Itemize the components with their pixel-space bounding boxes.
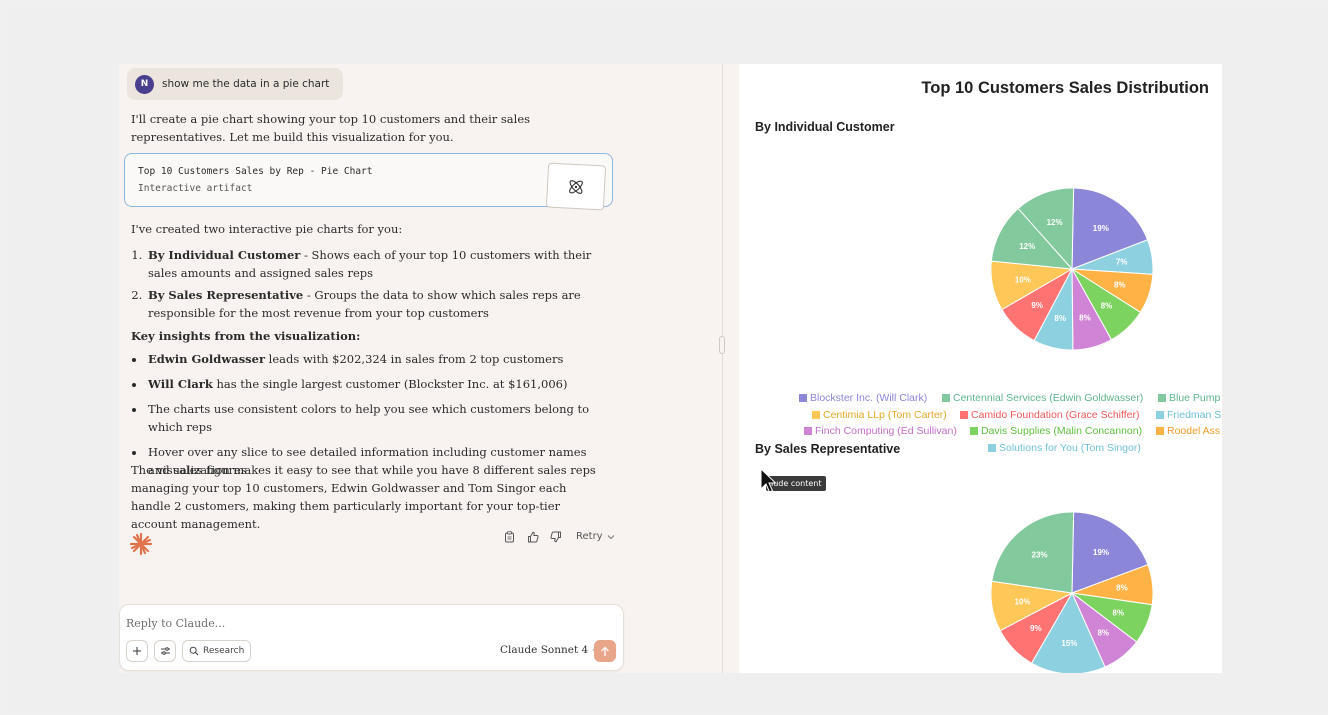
list-item: By Sales Representative - Groups the dat… [146,286,601,322]
summary-paragraph: The visualization makes it easy to see t… [131,463,596,531]
artifact-thumbnail [545,162,607,211]
research-label: Research [203,646,245,656]
app-window: N show me the data in a pie chart I'll c… [119,64,1222,673]
chart-list: By Individual Customer - Shows each of y… [131,246,601,326]
legend-item[interactable]: Centennial Services (Edwin Goldwasser) [942,390,1143,407]
legend-item[interactable]: Blockster Inc. (Will Clark) [799,390,927,407]
send-button[interactable] [594,640,616,662]
legend-label: Solutions for You (Tom Singor) [999,441,1141,454]
legend-swatch [799,394,807,403]
pie-data-label: 19% [1093,548,1109,557]
legend-item[interactable]: Davis Supplies (Malin Concannon) [970,423,1142,440]
legend-label: Camido Foundation (Grace Schiffer) [971,408,1140,421]
legend-item[interactable]: Roodel Ass [1156,423,1220,440]
resize-handle[interactable] [719,336,725,354]
sliders-icon [160,647,170,655]
pie-data-label: 10% [1014,597,1030,606]
reply-composer: Research Claude Sonnet 4 [119,604,624,671]
plus-icon [133,647,141,655]
pie-data-label: 10% [1015,276,1031,285]
atom-icon [569,179,583,194]
legend-item[interactable]: Friedman S [1156,407,1221,424]
legend-swatch [988,443,996,452]
pie-data-label: 12% [1019,242,1035,251]
mouse-cursor-icon [760,467,777,493]
section-title-rep: By Sales Representative [755,442,901,456]
tools-button[interactable] [154,640,176,662]
assistant-intro: I'll create a pie chart showing your top… [131,112,531,144]
section-title-customer: By Individual Customer [755,120,895,134]
claude-logo-icon [129,532,153,556]
avatar: N [135,74,154,94]
legend-swatch [960,410,968,419]
legend-swatch [1156,427,1164,436]
legend-swatch [1156,410,1164,419]
search-icon [189,646,199,656]
panel-divider [722,64,739,673]
pie-data-label: 8% [1114,281,1126,290]
model-label: Claude Sonnet 4 [500,644,589,656]
list-item: By Individual Customer - Shows each of y… [146,246,601,282]
pie-data-label: 9% [1031,301,1043,310]
message-actions: Retry [503,530,615,543]
pie-data-label: 23% [1032,551,1048,560]
pie-data-label: 12% [1047,218,1063,227]
artifact-title: Top 10 Customers Sales by Rep - Pie Char… [138,166,373,177]
artifact-panel-title: Top 10 Customers Sales Distribution [921,79,1209,97]
legend-item[interactable]: Centimia LLp (Tom Carter) [812,407,947,424]
artifact-subtitle: Interactive artifact [138,183,253,194]
retry-label: Retry [576,531,603,542]
research-button[interactable]: Research [182,640,252,662]
pie-data-label: 8% [1079,314,1091,323]
pie-data-label: 8% [1101,301,1113,310]
pie-data-label: 8% [1113,608,1125,617]
legend-item[interactable]: Finch Computing (Ed Sullivan) [804,423,957,440]
legend-swatch [942,394,950,403]
created-line: I've created two interactive pie charts … [131,222,403,236]
legend-swatch [812,410,820,419]
model-selector[interactable]: Claude Sonnet 4 [500,644,599,656]
artifact-card[interactable]: Top 10 Customers Sales by Rep - Pie Char… [124,153,613,211]
legend-label: Centimia LLp (Tom Carter) [823,408,947,421]
chevron-down-icon [607,534,614,539]
legend-label: Centennial Services (Edwin Goldwasser) [953,392,1144,404]
copy-icon[interactable] [503,530,516,543]
pie-data-label: 8% [1097,628,1109,637]
legend-item[interactable]: Camido Foundation (Grace Schiffer) [960,407,1139,424]
chat-panel: N show me the data in a pie chart I'll c… [119,64,722,673]
add-button[interactable] [126,640,148,662]
thumbs-down-icon[interactable] [549,530,562,543]
legend-item[interactable]: Solutions for You (Tom Singor) [988,440,1141,457]
arrow-up-icon [601,646,609,656]
legend-swatch [804,427,812,436]
pie-data-label: 7% [1116,257,1128,266]
screen-background: N show me the data in a pie chart I'll c… [6,6,1326,714]
pie-chart-customer: 19% 7% 8% 8% 8% 8% 9% 10% 12% 12% [990,187,1154,351]
legend-label: Roodel Ass [1167,425,1221,437]
insights-heading: Key insights from the visualization: [131,329,361,343]
list-item: The charts use consistent colors to help… [146,400,601,436]
retry-button[interactable]: Retry [576,531,615,542]
thumbs-up-icon[interactable] [526,530,539,543]
legend-label: Blue Pump [1169,392,1221,404]
artifact-panel: Top 10 Customers Sales Distribution By I… [739,64,1222,673]
user-message-text: show me the data in a pie chart [162,78,330,90]
user-message: N show me the data in a pie chart [127,68,344,100]
legend-label: Blockster Inc. (Will Clark) [810,392,928,404]
list-item: Edwin Goldwasser leads with $202,324 in … [146,350,601,368]
legend-item[interactable]: Blue Pump [1158,390,1220,407]
legend-label: Davis Supplies (Malin Concannon) [981,425,1143,437]
pie-data-label: 19% [1093,224,1109,233]
pie-chart-rep: 19% 8% 8% 8% 15% 9% 10% 23% [990,511,1154,673]
pie-data-label: 8% [1054,314,1066,323]
legend-swatch [970,427,978,436]
pie-data-label: 8% [1116,584,1128,593]
legend-swatch [1158,394,1166,403]
reply-input[interactable] [126,614,426,632]
pie-data-label: 15% [1061,639,1077,648]
list-item: Will Clark has the single largest custom… [146,375,601,393]
legend-label: Friedman S [1167,408,1222,421]
pie-data-label: 9% [1030,624,1042,633]
legend-label: Finch Computing (Ed Sullivan) [815,425,957,437]
